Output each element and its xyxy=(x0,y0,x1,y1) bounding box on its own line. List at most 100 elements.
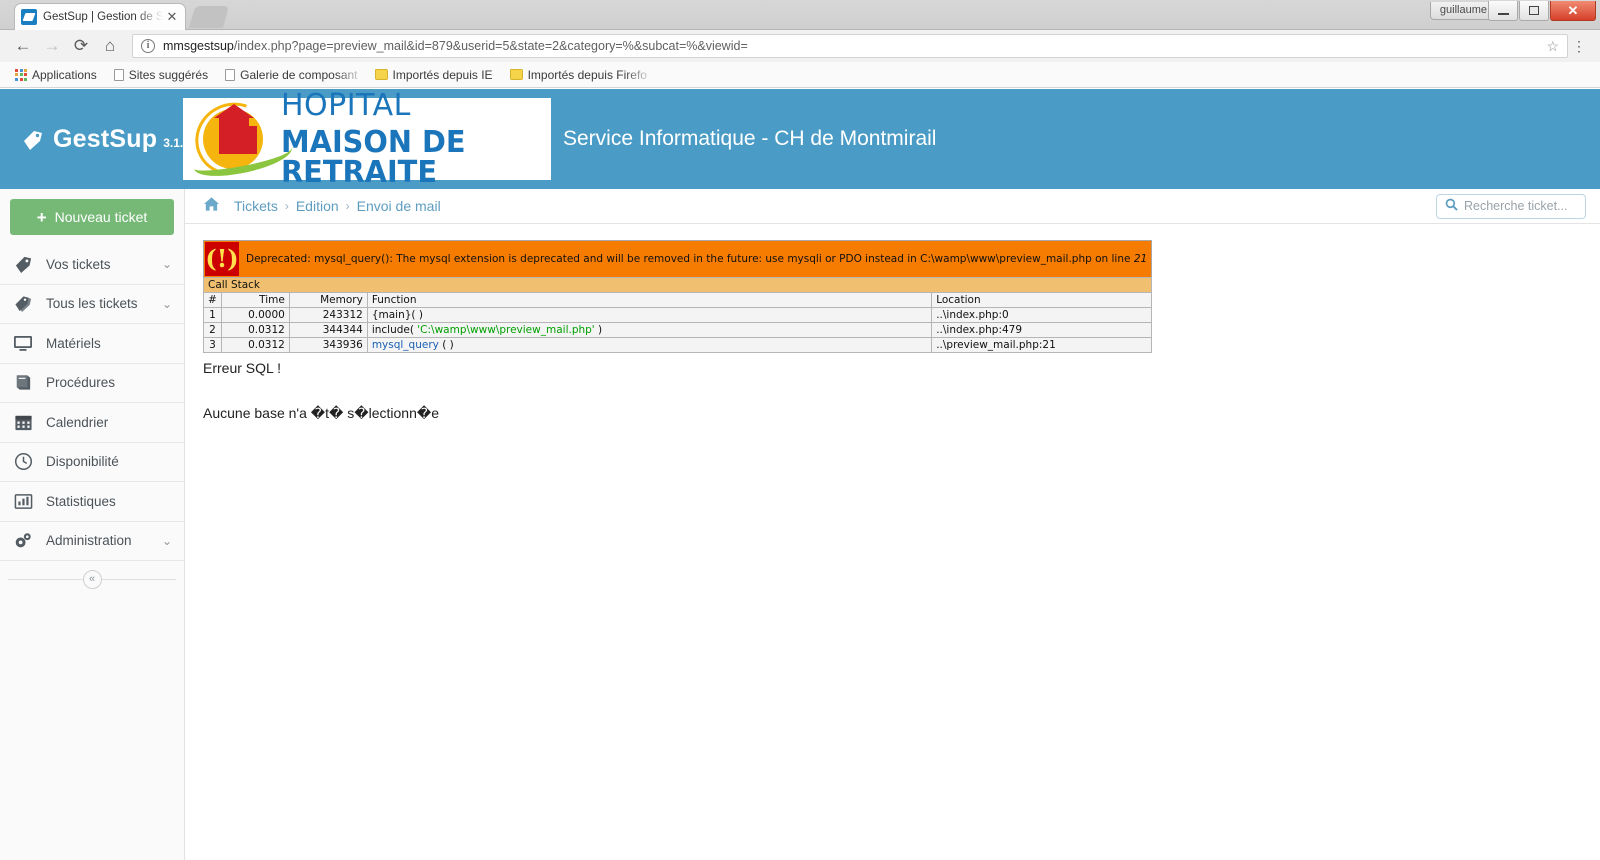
tab-close-icon[interactable]: ✕ xyxy=(165,10,179,24)
app-header: GestSup 3.1.7 HOPITAL MAISON DE RETRAITE… xyxy=(0,89,1600,234)
column-header-num: # xyxy=(203,292,222,308)
row-function-prefix: include( xyxy=(371,324,418,336)
breadcrumb-item-tickets[interactable]: Tickets xyxy=(234,198,278,214)
home-icon[interactable] xyxy=(203,196,220,217)
bookmark-importes-depuis-firefox[interactable]: Importés depuis Firefo xyxy=(503,66,654,84)
bookmark-galerie-de-composants[interactable]: Galerie de composant xyxy=(218,66,364,84)
chevron-down-icon[interactable]: ⌄ xyxy=(162,297,172,311)
bookmark-label: Importés depuis IE xyxy=(392,67,493,82)
apps-grid-icon xyxy=(15,68,27,81)
row-function: include( 'C:\wamp\www\preview_mail.php' … xyxy=(366,322,933,338)
bookmark-star-icon[interactable]: ☆ xyxy=(1546,38,1559,55)
breadcrumb-bar: Tickets › Edition › Envoi de mail Recher… xyxy=(185,189,1600,224)
row-memory: 243312 xyxy=(288,307,368,323)
site-info-icon[interactable]: i xyxy=(141,39,155,53)
sidebar-item-statistiques[interactable]: Statistiques xyxy=(0,482,184,522)
row-location: ..\index.php:479 xyxy=(931,322,1153,338)
bookmark-label: Sites suggérés xyxy=(128,67,209,82)
logo-line-2: MAISON DE RETRAITE xyxy=(281,124,466,190)
tags-icon xyxy=(12,294,34,313)
sidebar: + Nouveau ticket Vos tickets ⌄ Tous les … xyxy=(0,189,185,860)
tab-title: GestSup | Gestion de Sup xyxy=(43,11,163,23)
bookmark-applications[interactable]: Applications xyxy=(8,66,104,84)
document-icon xyxy=(113,68,124,81)
browser-tab[interactable]: GestSup | Gestion de Sup ✕ xyxy=(14,3,186,30)
row-memory: 344344 xyxy=(288,322,368,338)
row-num: 1 xyxy=(203,307,222,323)
row-num: 3 xyxy=(203,337,222,353)
search-input[interactable]: Recherche ticket... xyxy=(1436,193,1586,219)
call-stack-title: Call Stack xyxy=(202,277,1153,293)
hospital-logo: HOPITAL MAISON DE RETRAITE xyxy=(183,90,551,188)
row-location: ..\preview_mail.php:21 xyxy=(931,337,1153,353)
sidebar-item-vos-tickets[interactable]: Vos tickets ⌄ xyxy=(0,245,184,285)
row-function-text: {main}( ) xyxy=(371,309,423,321)
back-button[interactable]: ← xyxy=(10,33,36,59)
bookmarks-bar: Applications Sites suggérés Galerie de c… xyxy=(0,62,1600,88)
browser-toolbar: ← → ⟳ ⌂ i mmsgestsup/index.php?page=prev… xyxy=(0,30,1600,62)
database-error-text: Aucune base n'a �t� s�lectionn�e xyxy=(203,405,439,421)
sidebar-item-label: Tous les tickets xyxy=(46,296,138,312)
sidebar-item-label: Disponibilité xyxy=(46,454,119,470)
php-error-zone: (!) Deprecated: mysql_query(): The mysql… xyxy=(185,224,1600,422)
sidebar-collapse-button[interactable]: « xyxy=(82,569,102,589)
bookmark-sites-suggeres[interactable]: Sites suggérés xyxy=(107,66,215,84)
brand[interactable]: GestSup 3.1.7 xyxy=(22,125,190,154)
row-function-string: 'C:\wamp\www\preview_mail.php' xyxy=(417,324,595,336)
window-user-button[interactable]: guillaume xyxy=(1429,2,1497,20)
window-minimize-button[interactable] xyxy=(1488,1,1518,21)
sidebar-item-label: Administration xyxy=(46,533,132,549)
forward-button[interactable]: → xyxy=(39,33,65,59)
sidebar-item-materiels[interactable]: Matériels xyxy=(0,324,184,364)
row-time: 0.0312 xyxy=(220,322,290,338)
sql-error-text: Erreur SQL ! xyxy=(203,360,282,376)
error-message-body: Deprecated: mysql_query(): The mysql ext… xyxy=(246,253,1131,265)
row-function-link[interactable]: mysql_query xyxy=(372,339,439,351)
sidebar-item-procedures[interactable]: Procédures xyxy=(0,364,184,403)
sidebar-item-label: Calendrier xyxy=(46,414,109,430)
sidebar-item-calendrier[interactable]: Calendrier xyxy=(0,403,184,443)
sidebar-item-disponibilite[interactable]: Disponibilité xyxy=(0,443,184,482)
sidebar-item-label: Vos tickets xyxy=(46,256,111,272)
gestsup-favicon-icon xyxy=(21,9,37,25)
error-line-number: 21 xyxy=(1133,253,1148,265)
chevron-down-icon[interactable]: ⌄ xyxy=(162,257,172,271)
page-viewport: GestSup 3.1.7 HOPITAL MAISON DE RETRAITE… xyxy=(0,89,1600,860)
row-num: 2 xyxy=(203,322,222,338)
error-message-text: Deprecated: mysql_query(): The mysql ext… xyxy=(246,253,1151,265)
row-function: {main}( ) xyxy=(366,307,933,323)
new-ticket-label: Nouveau ticket xyxy=(54,209,148,225)
bookmark-importes-depuis-ie[interactable]: Importés depuis IE xyxy=(368,66,500,84)
browser-menu-icon[interactable]: ⋮ xyxy=(1568,39,1590,53)
sidebar-item-label: Matériels xyxy=(46,335,101,351)
logo-line-1: HOPITAL xyxy=(281,89,411,123)
tag-icon xyxy=(12,255,34,274)
bookmark-label: Importés depuis Firefo xyxy=(527,67,647,82)
plus-icon: + xyxy=(36,207,47,227)
breadcrumb-item-edition[interactable]: Edition xyxy=(296,198,339,214)
reload-button[interactable]: ⟳ xyxy=(68,33,94,59)
search-icon xyxy=(1445,198,1458,214)
row-time: 0.0000 xyxy=(220,307,290,323)
column-header-time: Time xyxy=(220,292,290,308)
column-header-function: Function xyxy=(366,292,933,308)
breadcrumb-item-envoi-de-mail[interactable]: Envoi de mail xyxy=(357,198,441,214)
clock-icon xyxy=(12,452,34,471)
bookmark-label: Galerie de composant xyxy=(240,67,358,82)
home-button[interactable]: ⌂ xyxy=(97,33,123,59)
new-ticket-button[interactable]: + Nouveau ticket xyxy=(10,199,174,235)
brand-name: GestSup xyxy=(53,125,158,153)
breadcrumb: Tickets › Edition › Envoi de mail xyxy=(234,198,441,214)
warning-icon: (!) xyxy=(205,242,239,276)
new-tab-button[interactable] xyxy=(188,6,230,28)
chevron-down-icon[interactable]: ⌄ xyxy=(162,534,172,548)
body-wrapper: + Nouveau ticket Vos tickets ⌄ Tous les … xyxy=(0,189,1600,860)
window-maximize-button[interactable] xyxy=(1519,1,1549,21)
sidebar-item-administration[interactable]: Administration ⌄ xyxy=(0,522,184,561)
address-bar[interactable]: i mmsgestsup/index.php?page=preview_mail… xyxy=(132,34,1568,58)
row-memory: 343936 xyxy=(288,337,368,353)
sidebar-item-label: Procédures xyxy=(46,375,116,391)
sidebar-item-tous-les-tickets[interactable]: Tous les tickets ⌄ xyxy=(0,285,184,324)
document-icon xyxy=(225,68,236,81)
window-close-button[interactable]: ✕ xyxy=(1550,1,1596,21)
